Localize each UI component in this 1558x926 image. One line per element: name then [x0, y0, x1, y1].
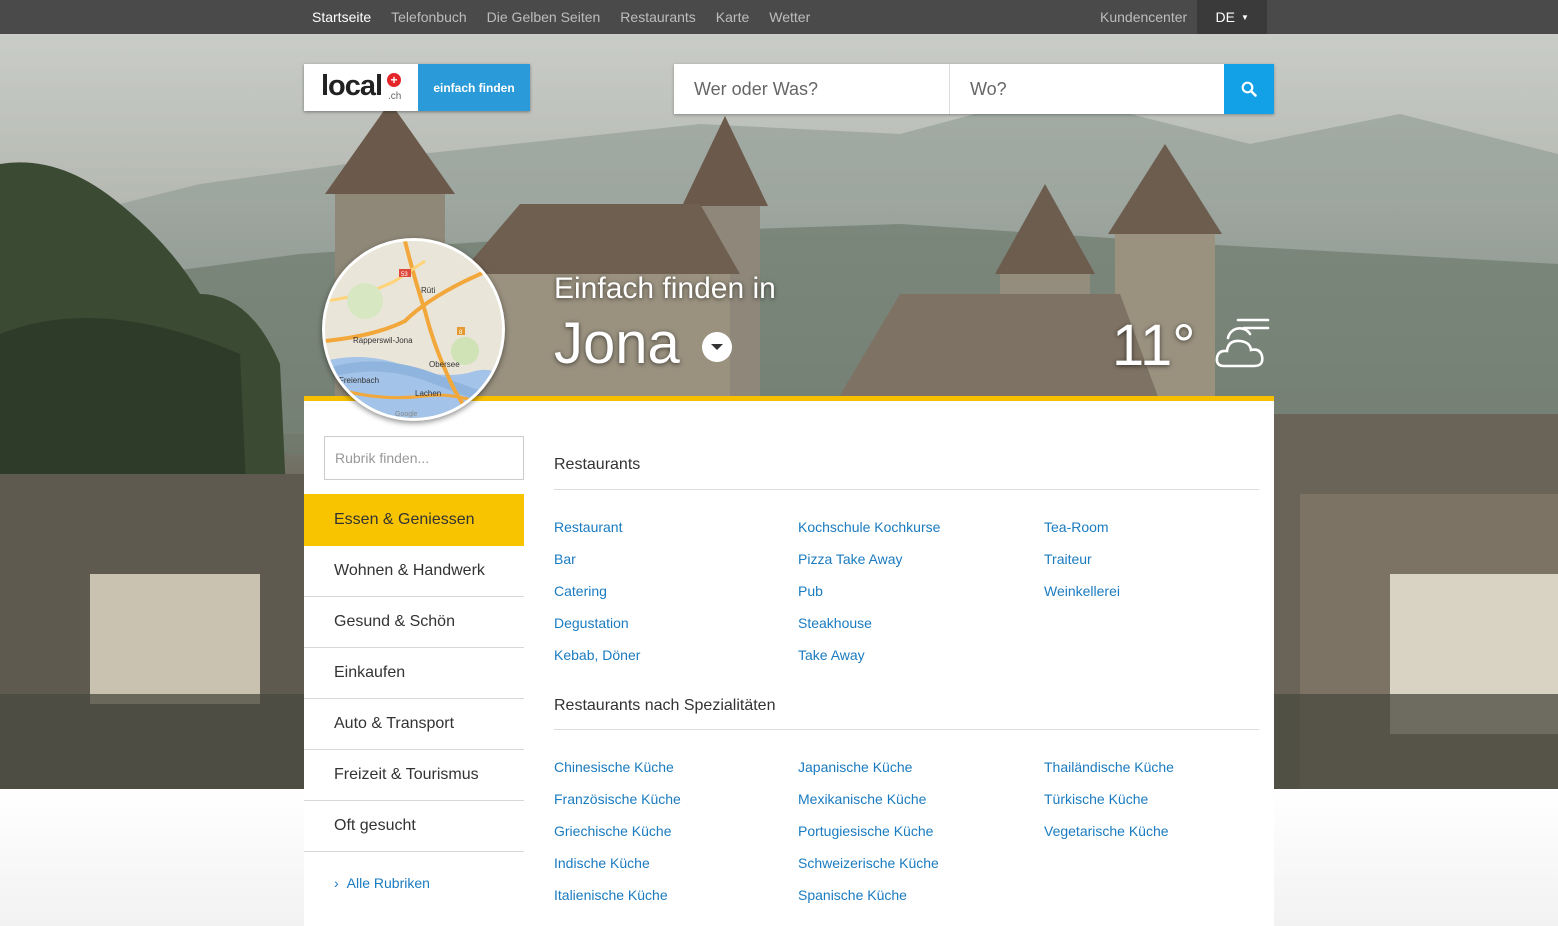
location-intro: Einfach finden in: [554, 272, 776, 305]
link-griechische-kueche[interactable]: Griechische Küche: [554, 821, 681, 853]
logo-word: local: [321, 70, 383, 102]
link-chinesische-kueche[interactable]: Chinesische Küche: [554, 757, 681, 789]
link-spanische-kueche[interactable]: Spanische Küche: [798, 885, 939, 917]
link-catering[interactable]: Catering: [554, 581, 640, 613]
partly-cloudy-icon[interactable]: [1214, 316, 1272, 372]
category-essen-geniessen[interactable]: Essen & Geniessen: [304, 494, 524, 546]
restaurants-column-1: Restaurant Bar Catering Degustation Keba…: [554, 517, 640, 677]
map-image: Rüti Rapperswil-Jona Obersee Freienbach …: [325, 241, 502, 418]
location-map-thumbnail[interactable]: Rüti Rapperswil-Jona Obersee Freienbach …: [322, 238, 505, 421]
link-tea-room[interactable]: Tea-Room: [1044, 517, 1120, 549]
main-nav-links: Startseite Telefonbuch Die Gelben Seiten…: [302, 0, 820, 34]
category-einkaufen[interactable]: Einkaufen: [304, 648, 524, 699]
link-franzoesische-kueche[interactable]: Französische Küche: [554, 789, 681, 821]
language-label: DE: [1215, 9, 1235, 25]
language-selector[interactable]: DE ▼: [1197, 0, 1268, 34]
logo-tagline: einfach finden: [418, 64, 530, 111]
swiss-cross-icon: +: [387, 73, 401, 87]
specialties-column-3: Thailändische Küche Türkische Küche Vege…: [1044, 757, 1174, 853]
link-pizza-take-away[interactable]: Pizza Take Away: [798, 549, 940, 581]
category-panel: Essen & Geniessen Wohnen & Handwerk Gesu…: [304, 396, 1274, 926]
link-indische-kueche[interactable]: Indische Küche: [554, 853, 681, 885]
nav-link-karte[interactable]: Karte: [706, 9, 759, 25]
restaurants-column-3: Tea-Room Traiteur Weinkellerei: [1044, 517, 1120, 613]
logo-wordmark: local + .ch: [304, 64, 418, 111]
logo-domain: .ch: [388, 91, 402, 102]
link-vegetarische-kueche[interactable]: Vegetarische Küche: [1044, 821, 1174, 853]
search-what-input[interactable]: [674, 64, 950, 114]
nav-link-restaurants[interactable]: Restaurants: [610, 9, 705, 25]
all-categories-link[interactable]: › Alle Rubriken: [334, 875, 430, 891]
search-button[interactable]: [1224, 64, 1274, 114]
link-restaurant[interactable]: Restaurant: [554, 517, 640, 549]
link-kebab-doener[interactable]: Kebab, Döner: [554, 645, 640, 677]
nav-link-wetter[interactable]: Wetter: [759, 9, 820, 25]
category-gesund-schoen[interactable]: Gesund & Schön: [304, 597, 524, 648]
link-tuerkische-kueche[interactable]: Türkische Küche: [1044, 789, 1174, 821]
section-divider: [554, 489, 1259, 490]
map-label-rueti: Rüti: [421, 286, 435, 295]
chevron-right-icon: ›: [334, 875, 339, 891]
link-steakhouse[interactable]: Steakhouse: [798, 613, 940, 645]
category-wohnen-handwerk[interactable]: Wohnen & Handwerk: [304, 546, 524, 597]
category-auto-transport[interactable]: Auto & Transport: [304, 699, 524, 750]
link-take-away[interactable]: Take Away: [798, 645, 940, 677]
map-label-lachen: Lachen: [415, 389, 441, 398]
restaurants-column-2: Kochschule Kochkurse Pizza Take Away Pub…: [798, 517, 940, 677]
weather-temperature[interactable]: 11°: [1112, 312, 1195, 379]
chevron-down-icon: [710, 343, 723, 350]
link-pub[interactable]: Pub: [798, 581, 940, 613]
search-where-input[interactable]: [950, 64, 1224, 114]
link-italienische-kueche[interactable]: Italienische Küche: [554, 885, 681, 917]
city-name: Jona: [554, 311, 680, 376]
nav-right: Kundencenter DE ▼: [1090, 0, 1268, 34]
category-list: Essen & Geniessen Wohnen & Handwerk Gesu…: [304, 494, 524, 852]
map-label-obersee: Obersee: [429, 360, 460, 369]
map-google-mark: Google: [395, 411, 418, 418]
link-degustation[interactable]: Degustation: [554, 613, 640, 645]
nav-link-gelbe-seiten[interactable]: Die Gelben Seiten: [477, 9, 611, 25]
section-title-restaurants: Restaurants: [554, 456, 641, 473]
location-heading: Jona: [554, 310, 732, 377]
specialties-column-1: Chinesische Küche Französische Küche Gri…: [554, 757, 681, 917]
all-categories-label: Alle Rubriken: [346, 875, 430, 891]
nav-link-startseite[interactable]: Startseite: [302, 9, 381, 25]
section-divider: [554, 729, 1259, 730]
link-weinkellerei[interactable]: Weinkellerei: [1044, 581, 1120, 613]
search-bar: [674, 64, 1274, 114]
category-freizeit-tourismus[interactable]: Freizeit & Tourismus: [304, 750, 524, 801]
map-label-rapperswil: Rapperswil-Jona: [353, 336, 413, 345]
link-mexikanische-kueche[interactable]: Mexikanische Küche: [798, 789, 939, 821]
caret-down-icon: ▼: [1240, 12, 1249, 22]
map-road-53: 53: [401, 272, 408, 278]
link-thailaendische-kueche[interactable]: Thailändische Küche: [1044, 757, 1174, 789]
link-kochschule[interactable]: Kochschule Kochkurse: [798, 517, 940, 549]
link-traiteur[interactable]: Traiteur: [1044, 549, 1120, 581]
customer-center-link[interactable]: Kundencenter: [1090, 9, 1197, 25]
section-title-specialties: Restaurants nach Spezialitäten: [554, 697, 776, 714]
specialties-column-2: Japanische Küche Mexikanische Küche Port…: [798, 757, 939, 917]
site-logo[interactable]: local + .ch einfach finden: [304, 64, 530, 111]
link-bar[interactable]: Bar: [554, 549, 640, 581]
link-japanische-kueche[interactable]: Japanische Küche: [798, 757, 939, 789]
nav-link-telefonbuch[interactable]: Telefonbuch: [381, 9, 477, 25]
top-navigation: Startseite Telefonbuch Die Gelben Seiten…: [0, 0, 1558, 34]
map-label-freienbach: Freienbach: [339, 376, 379, 385]
category-oft-gesucht[interactable]: Oft gesucht: [304, 801, 524, 852]
link-portugiesische-kueche[interactable]: Portugiesische Küche: [798, 821, 939, 853]
city-dropdown-button[interactable]: [701, 331, 732, 362]
link-schweizerische-kueche[interactable]: Schweizerische Küche: [798, 853, 939, 885]
category-filter-input[interactable]: [324, 436, 524, 480]
search-icon: [1241, 81, 1257, 97]
